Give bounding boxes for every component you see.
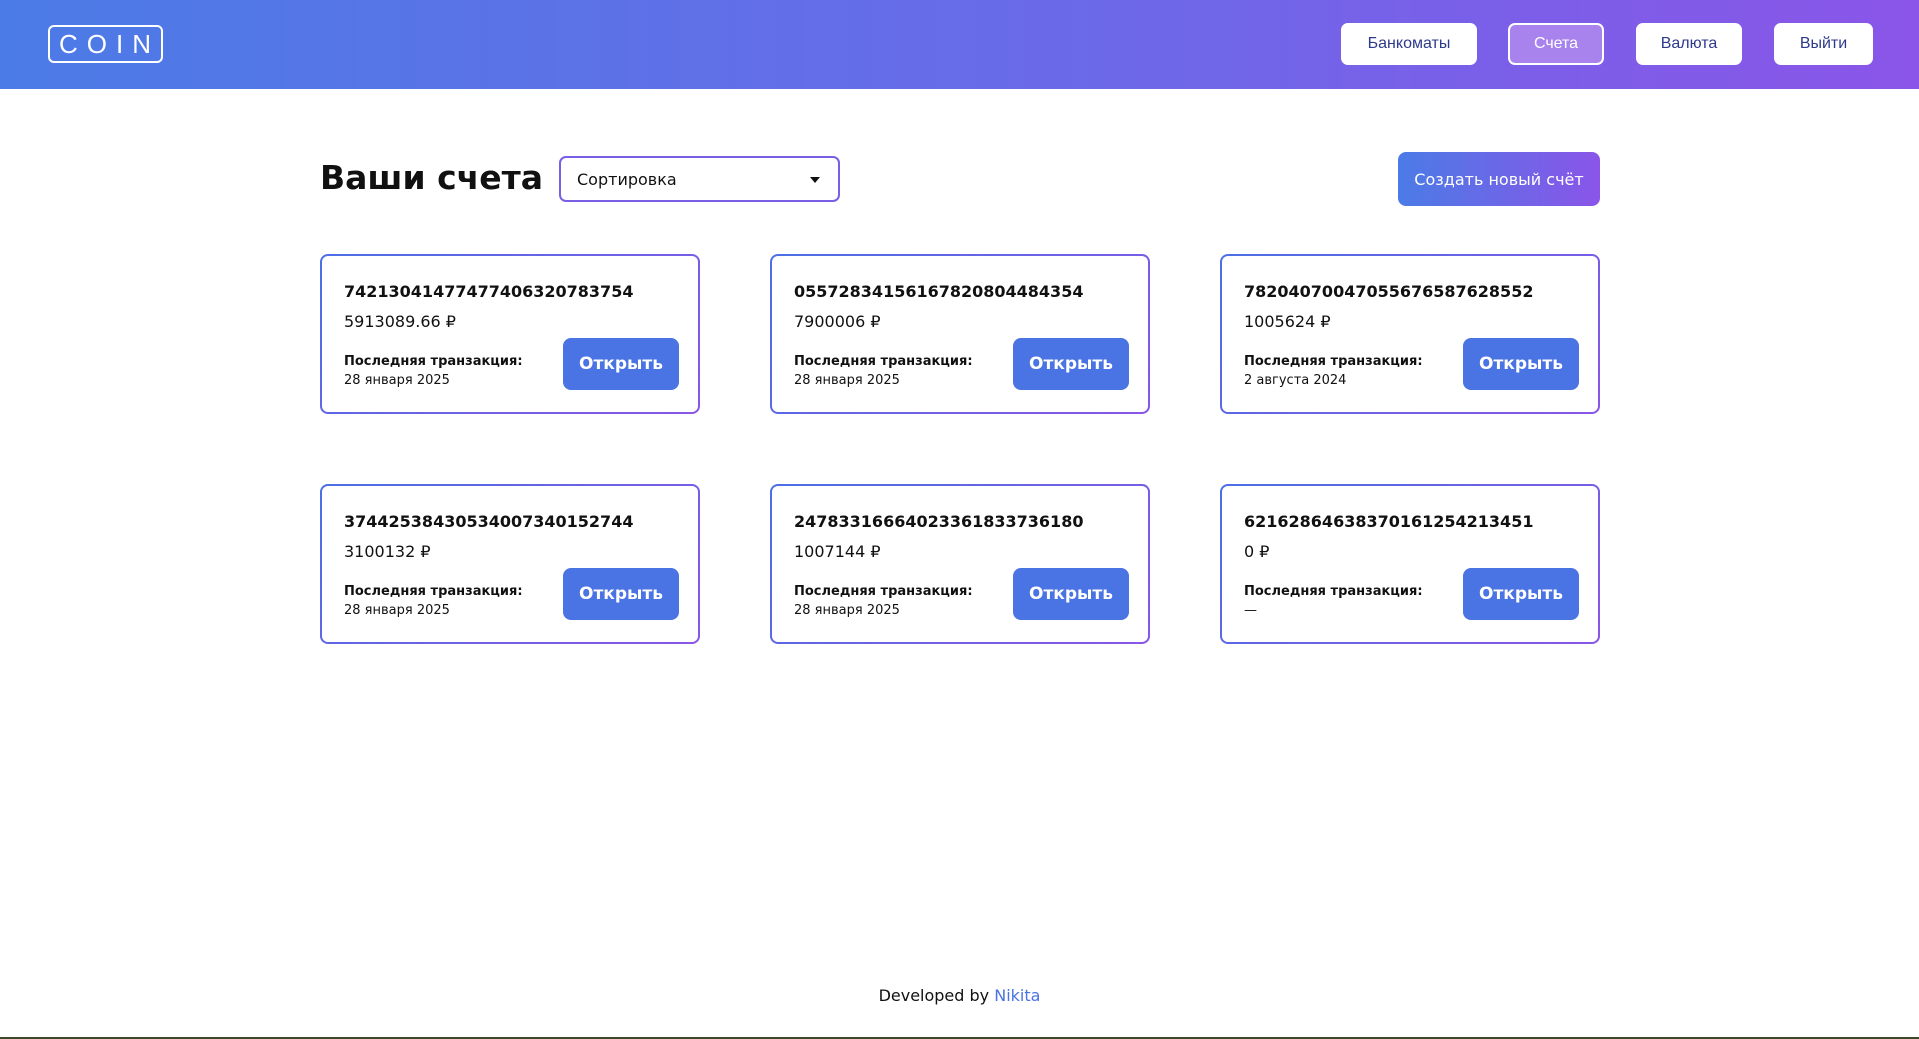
coin-logo[interactable]: COIN — [48, 25, 163, 63]
nav-accounts-button[interactable]: Счета — [1508, 23, 1604, 65]
open-account-button[interactable]: Открыть — [1463, 338, 1579, 390]
last-transaction-date: 2 августа 2024 — [1244, 373, 1347, 388]
sort-select-value: Сортировка — [577, 169, 677, 189]
account-card: 74213041477477406320783754 5913089.66 ₽ … — [320, 254, 700, 414]
last-transaction-label: Последняя транзакция: — [344, 354, 523, 369]
last-transaction-date: 28 января 2025 — [344, 603, 450, 618]
create-account-button[interactable]: Создать новый счёт — [1398, 152, 1600, 206]
account-card: 37442538430534007340152744 3100132 ₽ Пос… — [320, 484, 700, 644]
account-balance: 0 ₽ — [1244, 542, 1270, 561]
account-balance: 5913089.66 ₽ — [344, 312, 456, 331]
account-number: 74213041477477406320783754 — [344, 282, 634, 301]
open-account-button[interactable]: Открыть — [563, 568, 679, 620]
nav-logout-button[interactable]: Выйти — [1774, 23, 1873, 65]
account-number: 78204070047055676587628552 — [1244, 282, 1534, 301]
last-transaction-date: 28 января 2025 — [794, 603, 900, 618]
last-transaction-label: Последняя транзакция: — [1244, 354, 1423, 369]
nav-currency-button[interactable]: Валюта — [1636, 23, 1742, 65]
account-number: 05572834156167820804484354 — [794, 282, 1084, 301]
open-account-button[interactable]: Открыть — [1013, 568, 1129, 620]
account-card: 05572834156167820804484354 7900006 ₽ Пос… — [770, 254, 1150, 414]
account-balance: 7900006 ₽ — [794, 312, 881, 331]
last-transaction-date: 28 января 2025 — [344, 373, 450, 388]
footer-author-link[interactable]: Nikita — [994, 986, 1040, 1005]
last-transaction-label: Последняя транзакция: — [1244, 584, 1423, 599]
page-title: Ваши счета — [320, 158, 544, 197]
open-account-button[interactable]: Открыть — [1013, 338, 1129, 390]
last-transaction-label: Последняя транзакция: — [794, 584, 973, 599]
sort-select[interactable]: Сортировка — [559, 156, 840, 202]
footer: Developed by Nikita — [0, 986, 1919, 1005]
account-balance: 1007144 ₽ — [794, 542, 881, 561]
last-transaction-label: Последняя транзакция: — [794, 354, 973, 369]
open-account-button[interactable]: Открыть — [563, 338, 679, 390]
page: COIN Банкоматы Счета Валюта Выйти Ваши с… — [0, 0, 1919, 1039]
chevron-down-icon — [810, 177, 820, 183]
nav-atm-button[interactable]: Банкоматы — [1341, 23, 1477, 65]
account-balance: 3100132 ₽ — [344, 542, 431, 561]
account-card: 78204070047055676587628552 1005624 ₽ Пос… — [1220, 254, 1600, 414]
account-number: 62162864638370161254213451 — [1244, 512, 1534, 531]
last-transaction-date: 28 января 2025 — [794, 373, 900, 388]
open-account-button[interactable]: Открыть — [1463, 568, 1579, 620]
account-balance: 1005624 ₽ — [1244, 312, 1331, 331]
last-transaction-date: — — [1244, 603, 1257, 618]
account-card: 62162864638370161254213451 0 ₽ Последняя… — [1220, 484, 1600, 644]
account-number: 37442538430534007340152744 — [344, 512, 634, 531]
account-card: 24783316664023361833736180 1007144 ₽ Пос… — [770, 484, 1150, 644]
app-header: COIN Банкоматы Счета Валюта Выйти — [0, 0, 1919, 89]
last-transaction-label: Последняя транзакция: — [344, 584, 523, 599]
footer-text: Developed by — [878, 986, 990, 1005]
account-number: 24783316664023361833736180 — [794, 512, 1084, 531]
